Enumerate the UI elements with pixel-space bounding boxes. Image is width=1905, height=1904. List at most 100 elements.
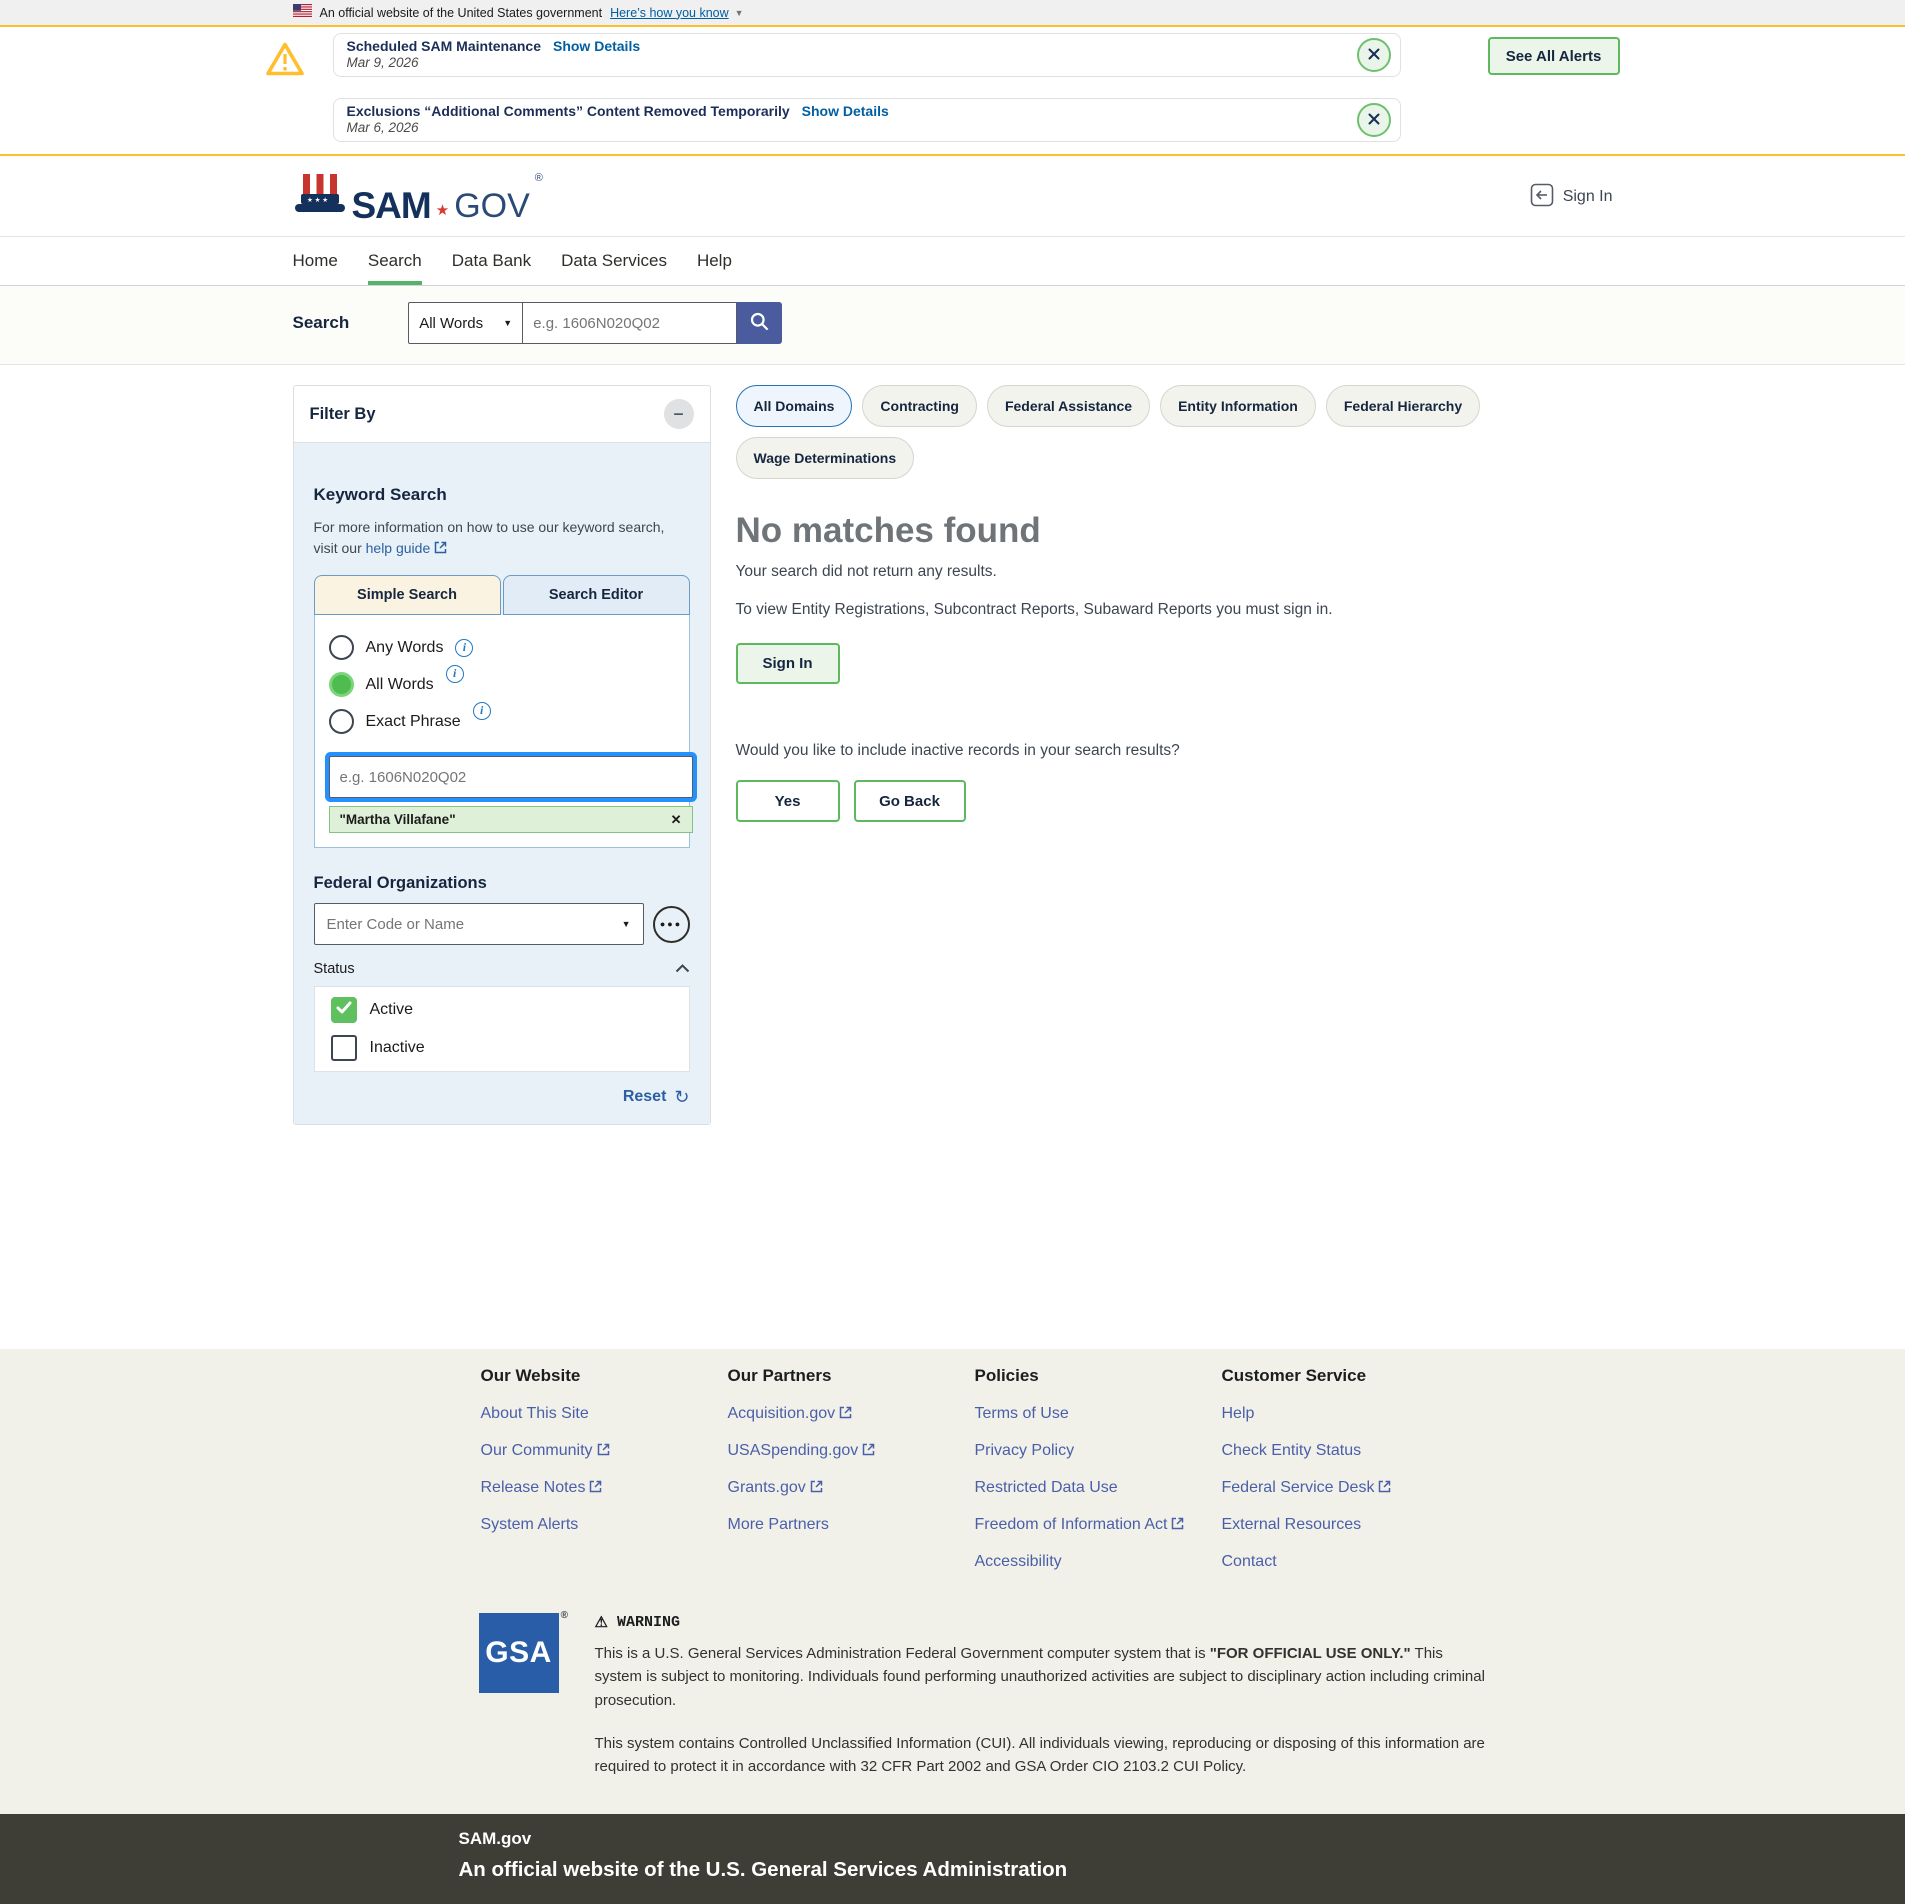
star-icon: ★	[436, 201, 449, 222]
search-mode-select[interactable]: All Words ▼	[408, 302, 523, 344]
federal-org-input[interactable]	[327, 916, 622, 933]
inactive-records-question: Would you like to include inactive recor…	[736, 742, 1613, 760]
alert-show-details-link[interactable]: Show Details	[802, 103, 889, 119]
footer-heading: Policies	[975, 1366, 1222, 1386]
alert-close-button[interactable]	[1357, 38, 1391, 72]
footer-link-usaspending-gov[interactable]: USASpending.gov	[728, 1442, 975, 1460]
federal-organizations-heading: Federal Organizations	[314, 874, 690, 893]
checkbox-inactive[interactable]	[331, 1035, 357, 1061]
pill-all-domains[interactable]: All Domains	[736, 385, 853, 427]
caret-down-icon: ▼	[622, 919, 631, 929]
search-band: Search All Words ▼	[0, 286, 1905, 365]
alert-maintenance: Scheduled SAM Maintenance Show Details M…	[333, 33, 1401, 77]
chip-remove-icon[interactable]: ✕	[671, 812, 682, 828]
yes-button[interactable]: Yes	[736, 780, 840, 822]
see-all-alerts-button[interactable]: See All Alerts	[1488, 37, 1620, 75]
radio-any-words[interactable]	[329, 635, 354, 660]
minus-icon: −	[673, 404, 684, 424]
footer-link-accessibility[interactable]: Accessibility	[975, 1553, 1222, 1571]
footer-heading: Customer Service	[1222, 1366, 1469, 1386]
footer-link-about-this-site[interactable]: About This Site	[481, 1405, 728, 1423]
footer-link-more-partners[interactable]: More Partners	[728, 1516, 975, 1534]
checkbox-active-label: Active	[370, 1001, 414, 1019]
alerts-section: Scheduled SAM Maintenance Show Details M…	[0, 27, 1905, 156]
footer-link-foia[interactable]: Freedom of Information Act	[975, 1516, 1222, 1534]
footer-heading: Our Website	[481, 1366, 728, 1386]
check-icon	[336, 1001, 352, 1019]
external-link-icon	[1378, 1480, 1391, 1493]
footer-link-privacy-policy[interactable]: Privacy Policy	[975, 1442, 1222, 1460]
footer-link-release-notes[interactable]: Release Notes	[481, 1479, 728, 1497]
footer-link-help[interactable]: Help	[1222, 1405, 1469, 1423]
header-sign-in-link[interactable]: Sign In	[1530, 183, 1613, 212]
svg-text:★ ★ ★: ★ ★ ★	[307, 196, 328, 204]
simple-search-panel: Any Words i All Words i Exact Phrase i "…	[314, 615, 690, 848]
info-icon[interactable]: i	[446, 665, 464, 683]
external-link-icon	[862, 1443, 875, 1456]
footer-link-our-community[interactable]: Our Community	[481, 1442, 728, 1460]
chevron-up-icon[interactable]	[675, 961, 690, 977]
sign-in-button[interactable]: Sign In	[736, 643, 840, 684]
info-icon[interactable]: i	[473, 702, 491, 720]
nav-item-search[interactable]: Search	[368, 237, 422, 285]
footer-link-check-entity-status[interactable]: Check Entity Status	[1222, 1442, 1469, 1460]
external-link-icon	[839, 1406, 852, 1419]
alert-close-button[interactable]	[1357, 103, 1391, 137]
footer-link-contact[interactable]: Contact	[1222, 1553, 1469, 1571]
tab-search-editor[interactable]: Search Editor	[503, 575, 690, 615]
top-search-input[interactable]	[523, 302, 737, 344]
external-link-icon	[589, 1480, 602, 1493]
nav-item-data-bank[interactable]: Data Bank	[452, 237, 531, 285]
pill-federal-hierarchy[interactable]: Federal Hierarchy	[1326, 385, 1480, 427]
ellipsis-icon: ●●●	[660, 919, 682, 929]
radio-all-words[interactable]	[329, 672, 354, 697]
checkbox-active[interactable]	[331, 997, 357, 1023]
pill-wage-determinations[interactable]: Wage Determinations	[736, 437, 915, 479]
how-you-know-link[interactable]: Here’s how you know	[610, 6, 729, 20]
identifier-footer: SAM.gov An official website of the U.S. …	[0, 1814, 1905, 1904]
info-icon[interactable]: i	[455, 639, 473, 657]
warning-paragraph-1: This is a U.S. General Services Administ…	[595, 1642, 1488, 1712]
external-link-icon	[1171, 1517, 1184, 1530]
go-back-button[interactable]: Go Back	[854, 780, 966, 822]
warning-title: WARNING	[617, 1614, 680, 1631]
keyword-input[interactable]	[329, 756, 693, 798]
sign-in-arrow-icon	[1530, 183, 1554, 212]
search-submit-button[interactable]	[737, 302, 782, 344]
search-mode-value: All Words	[419, 315, 483, 332]
federal-org-combobox[interactable]: ▼	[314, 903, 644, 945]
warning-triangle-icon	[265, 33, 333, 142]
us-flag-icon	[293, 4, 312, 22]
footer-link-grants-gov[interactable]: Grants.gov	[728, 1479, 975, 1497]
reset-filters-link[interactable]: Reset	[623, 1088, 667, 1106]
gsa-registered-mark: ®	[561, 1610, 569, 1621]
alert-date: Mar 6, 2026	[347, 120, 1346, 135]
refresh-icon[interactable]: ↻	[674, 1088, 689, 1106]
federal-org-more-button[interactable]: ●●●	[653, 906, 690, 943]
sam-gov-logo[interactable]: ★ ★ ★ SAM ★ GOV ®	[293, 172, 543, 222]
footer-link-federal-service-desk[interactable]: Federal Service Desk	[1222, 1479, 1469, 1497]
pill-federal-assistance[interactable]: Federal Assistance	[987, 385, 1150, 427]
caret-down-icon: ▼	[503, 318, 512, 328]
footer-link-acquisition-gov[interactable]: Acquisition.gov	[728, 1405, 975, 1423]
search-label: Search	[293, 313, 350, 333]
pill-entity-information[interactable]: Entity Information	[1160, 385, 1316, 427]
help-guide-link[interactable]: help guide	[366, 540, 448, 556]
nav-item-help[interactable]: Help	[697, 237, 732, 285]
footer-link-terms-of-use[interactable]: Terms of Use	[975, 1405, 1222, 1423]
footer-link-system-alerts[interactable]: System Alerts	[481, 1516, 728, 1534]
collapse-filters-button[interactable]: −	[664, 399, 694, 429]
radio-any-words-label: Any Words	[366, 639, 444, 657]
alert-show-details-link[interactable]: Show Details	[553, 38, 640, 54]
keyword-chip: "Martha Villafane" ✕	[329, 806, 693, 833]
radio-exact-phrase[interactable]	[329, 709, 354, 734]
no-matches-heading: No matches found	[736, 511, 1613, 551]
tab-simple-search[interactable]: Simple Search	[314, 575, 501, 615]
site-header: ★ ★ ★ SAM ★ GOV ® Sign In	[0, 156, 1905, 236]
footer-link-external-resources[interactable]: External Resources	[1222, 1516, 1469, 1534]
nav-item-home[interactable]: Home	[293, 237, 338, 285]
footer-site-subtitle: An official website of the U.S. General …	[459, 1858, 1613, 1882]
nav-item-data-services[interactable]: Data Services	[561, 237, 667, 285]
pill-contracting[interactable]: Contracting	[862, 385, 977, 427]
footer-link-restricted-data-use[interactable]: Restricted Data Use	[975, 1479, 1222, 1497]
